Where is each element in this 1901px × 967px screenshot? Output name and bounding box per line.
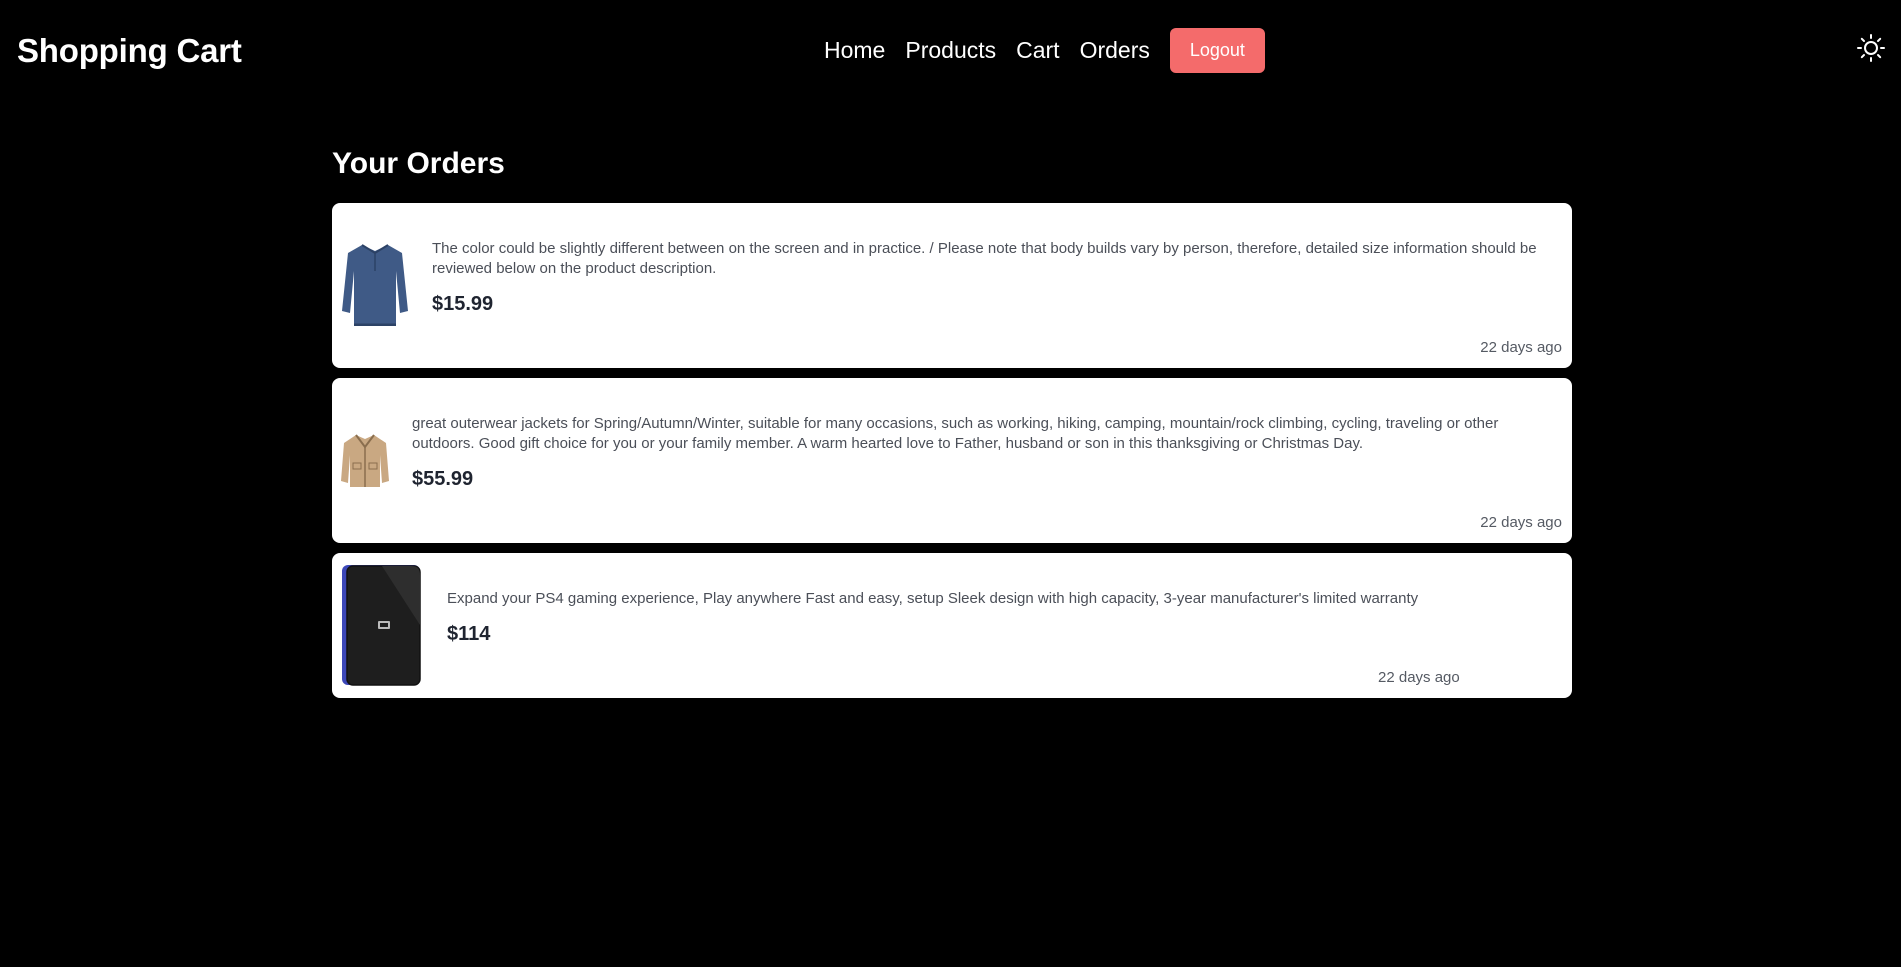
order-timestamp: 22 days ago (1480, 339, 1562, 356)
order-price: $15.99 (432, 293, 494, 315)
order-card: Expand your PS4 gaming experience, Play … (332, 553, 1572, 698)
hard-drive-image (342, 565, 422, 692)
order-price: $114 (447, 623, 491, 645)
jacket-image (340, 433, 390, 493)
nav-home-link[interactable]: Home (824, 37, 885, 64)
sun-icon (1857, 34, 1885, 62)
order-description: The color could be slightly different be… (432, 240, 1537, 277)
page-title: Your Orders (332, 147, 505, 180)
nav-orders-link[interactable]: Orders (1080, 37, 1150, 64)
order-price: $55.99 (412, 468, 474, 490)
nav-cart-link[interactable]: Cart (1016, 37, 1059, 64)
top-navbar: Shopping Cart Home Products Cart Orders … (0, 0, 1901, 100)
logout-button[interactable]: Logout (1169, 28, 1265, 73)
brand-title[interactable]: Shopping Cart (17, 32, 242, 70)
order-description: great outerwear jackets for Spring/Autum… (412, 415, 1499, 452)
order-card: great outerwear jackets for Spring/Autum… (332, 378, 1572, 543)
shirt-image (340, 241, 410, 331)
order-card: The color could be slightly different be… (332, 203, 1572, 368)
nav-products-link[interactable]: Products (905, 37, 996, 64)
order-timestamp: 22 days ago (1480, 514, 1562, 531)
order-description: Expand your PS4 gaming experience, Play … (447, 590, 1419, 607)
theme-toggle-button[interactable] (1856, 33, 1886, 63)
order-timestamp: 22 days ago (1378, 669, 1460, 686)
nav-links: Home Products Cart Orders Logout (824, 28, 1265, 73)
